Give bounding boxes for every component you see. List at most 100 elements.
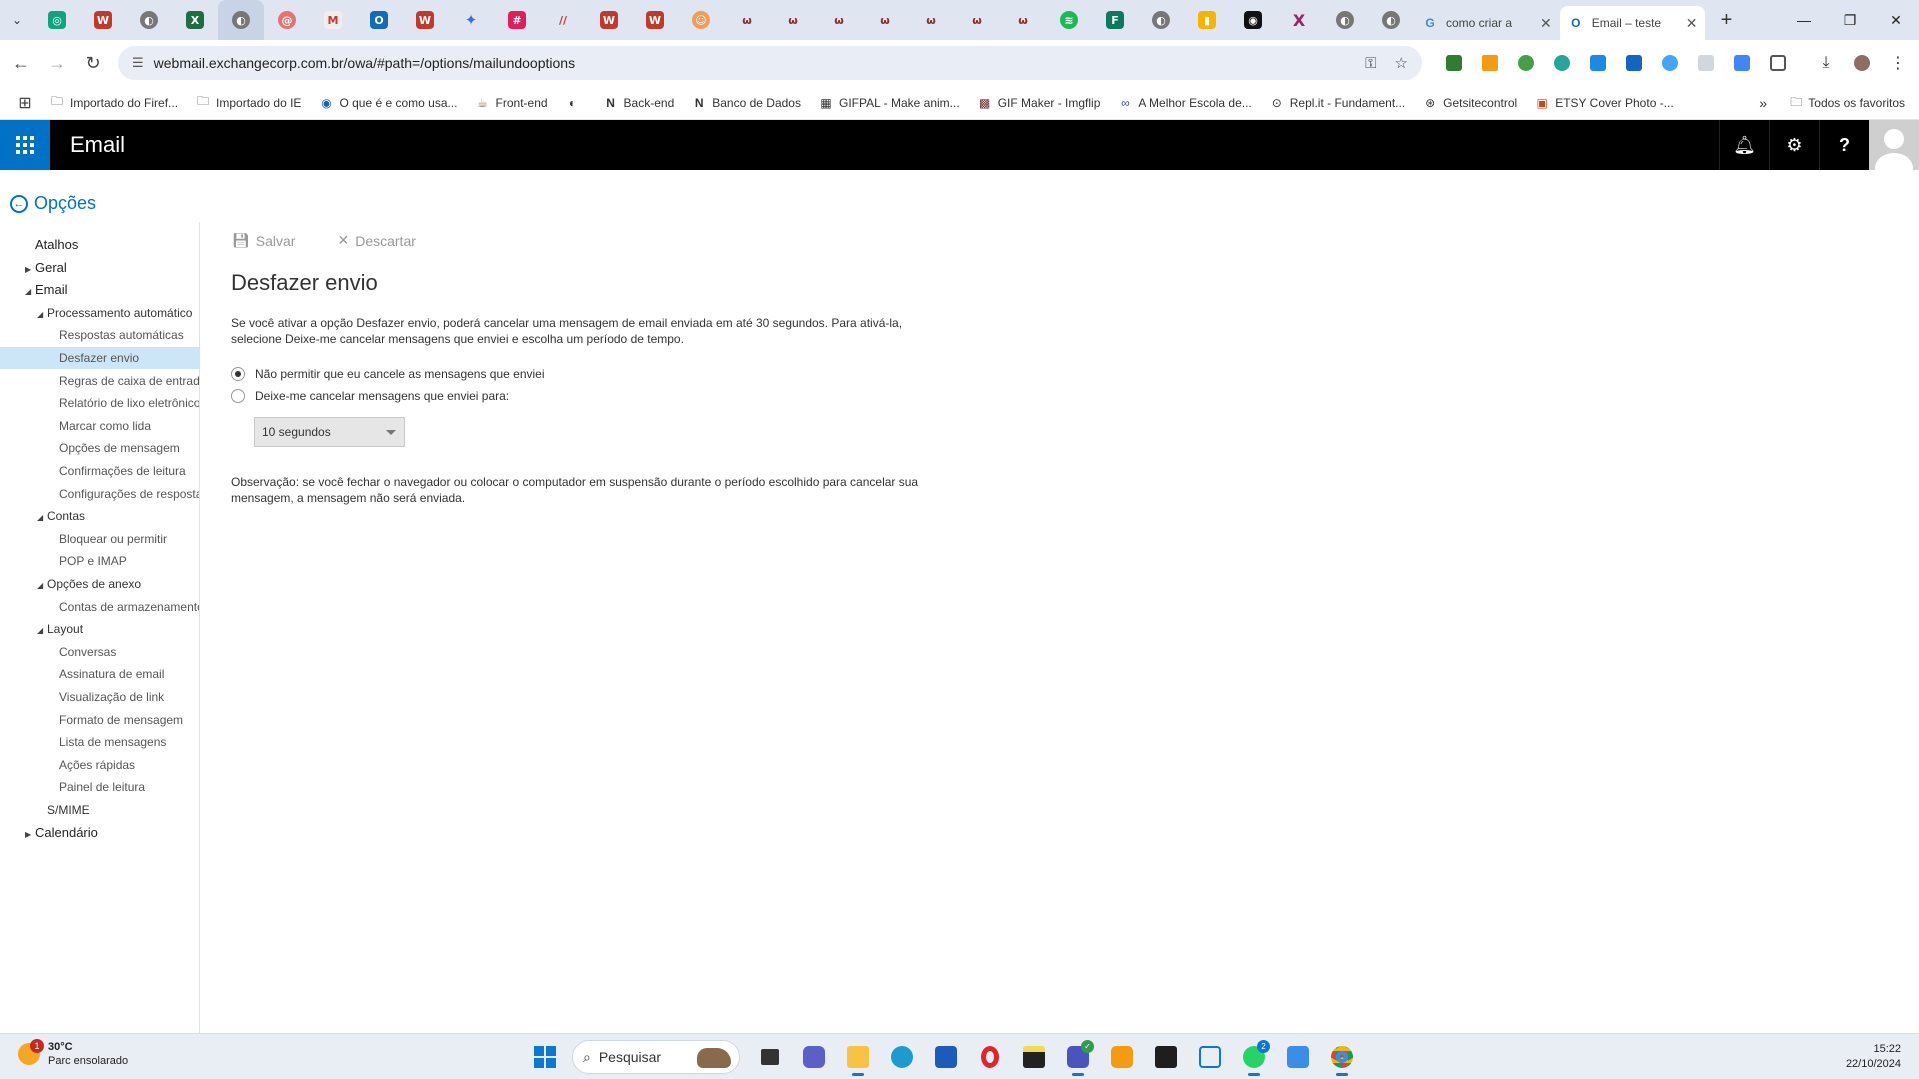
taskbar-search[interactable]: ⌕ Pesquisar [572,1040,740,1074]
system-clock[interactable]: 15:22 22/10/2024 [1846,1042,1901,1072]
site-info-icon[interactable]: ☰ [132,55,144,71]
nav-item[interactable]: ◢ Contas [0,505,199,527]
new-tab-button[interactable]: + [1709,3,1743,37]
pinned-tab[interactable]: # [494,0,540,40]
weather-widget[interactable]: 1 30°C Parc ensolarado [18,1039,128,1068]
nav-item[interactable]: Visualização de link [0,686,199,708]
user-avatar[interactable] [1869,120,1919,170]
reload-icon[interactable]: ↻ [78,48,108,78]
clipboard-icon[interactable] [1688,46,1724,80]
edge-icon[interactable] [880,1038,924,1076]
gear-icon[interactable]: ⚙ [1769,120,1819,170]
collapsed-triangle-icon[interactable]: ▶ [25,824,35,844]
pinned-tab[interactable]: ≋ [1046,0,1092,40]
bookmark-item[interactable]: ◐ [566,96,586,110]
extension-icon[interactable] [1544,46,1580,80]
close-tab-icon[interactable]: ✕ [1540,15,1552,32]
nav-item[interactable]: ▶ Geral [0,257,199,279]
close-tab-icon[interactable]: ✕ [1686,15,1698,32]
nav-item[interactable]: Relatório de lixo eletrônico [0,392,199,414]
pinned-tab[interactable]: ω [862,0,908,40]
nav-item[interactable]: ◢ Processamento automático [0,302,199,324]
store-icon[interactable] [924,1038,968,1076]
sticky-notes-icon[interactable] [1012,1038,1056,1076]
pinned-tab[interactable]: ◐ [1138,0,1184,40]
pinned-tab[interactable]: ◐ [126,0,172,40]
nav-item[interactable]: Painel de leitura [0,776,199,798]
bookmark-item[interactable]: ⊙ Repl.it - Fundament... [1270,96,1405,110]
radio-allow-undo[interactable]: Deixe-me cancelar mensagens que enviei p… [231,389,509,403]
back-icon[interactable]: ← [6,48,36,78]
whatsapp-icon[interactable]: 2 [1232,1038,1276,1076]
pinned-tab[interactable]: ◐ [1368,0,1414,40]
pinned-tab[interactable]: ✦ [448,0,494,40]
address-bar[interactable]: ☰ webmail.exchangecorp.com.br/owa/#path=… [118,46,1422,80]
profile-avatar[interactable] [1844,46,1880,80]
opera-icon[interactable] [968,1038,1012,1076]
pinned-tab[interactable]: ☺ [678,0,724,40]
bookmark-item[interactable]: ▣ ETSY Cover Photo -... [1535,96,1674,110]
nav-item[interactable]: Opções de mensagem [0,437,199,459]
tab-search-chevron-icon[interactable]: ⌄ [0,0,34,40]
nav-item[interactable]: Desfazer envio [0,347,199,369]
pinned-tab[interactable]: ◎ [34,0,80,40]
pinned-tab[interactable]: ◐ [1322,0,1368,40]
dictionary-icon[interactable] [1616,46,1652,80]
translate-icon[interactable] [1724,46,1760,80]
rss-icon[interactable] [1472,46,1508,80]
nav-item[interactable]: Conversas [0,641,199,663]
nav-item[interactable]: Confirmações de leitura [0,460,199,482]
tab-email[interactable]: O Email – teste ✕ [1559,6,1706,40]
pinned-tab[interactable]: ω [908,0,954,40]
undo-period-select[interactable]: 10 segundos [254,417,405,447]
expanded-triangle-icon[interactable]: ◢ [37,575,47,595]
close-window-icon[interactable]: ✕ [1873,0,1919,40]
nav-item[interactable]: ◢ Opções de anexo [0,573,199,595]
nav-item[interactable]: Bloquear ou permitir [0,528,199,550]
pinned-tab[interactable]: // [540,0,586,40]
nav-item[interactable]: Formato de mensagem [0,709,199,731]
teams-icon[interactable]: ✓ [1056,1038,1100,1076]
nav-item[interactable]: Regras de caixa de entrada [0,370,199,392]
pinned-tab[interactable]: W [80,0,126,40]
extension-icon[interactable] [1652,46,1688,80]
expanded-triangle-icon[interactable]: ◢ [25,281,35,301]
pinned-tab[interactable]: ω [770,0,816,40]
start-button[interactable] [526,1038,564,1076]
bookmark-item[interactable]: N Back-end [604,96,674,110]
pinned-tab[interactable]: X [1276,0,1322,40]
app-icon[interactable] [1188,1038,1232,1076]
extension-icon[interactable] [1436,46,1472,80]
expanded-triangle-icon[interactable]: ◢ [37,507,47,527]
nav-item[interactable]: Atalhos [0,234,199,256]
nav-item[interactable]: ▶ Calendário [0,822,199,844]
pinned-tab[interactable]: ω [724,0,770,40]
photos-icon[interactable] [1276,1038,1320,1076]
nav-item[interactable]: Configurações de resposta [0,483,199,505]
file-explorer-icon[interactable] [836,1038,880,1076]
pinned-tab[interactable]: X [172,0,218,40]
pinned-tab[interactable]: ◉ [1230,0,1276,40]
radio-button[interactable] [231,389,245,403]
password-key-icon[interactable]: ⚿ [1365,55,1376,72]
bookmark-item[interactable]: ⊛ Getsitecontrol [1423,96,1517,110]
bookmark-item[interactable]: 🗀 Importado do Firef... [50,94,178,110]
pinned-tab[interactable]: F [1092,0,1138,40]
nav-item[interactable]: ◢ Layout [0,618,199,640]
options-back-link[interactable]: ← Opções [10,193,96,214]
more-bookmarks-icon[interactable]: » [1759,86,1767,120]
nav-item[interactable]: Ações rápidas [0,754,199,776]
help-icon[interactable]: ? [1819,120,1869,170]
minimize-icon[interactable]: — [1781,0,1827,40]
nav-item[interactable]: Marcar como lida [0,415,199,437]
nav-item[interactable]: POP e IMAP [0,550,199,572]
tab-google-search[interactable]: G como criar a ✕ [1414,6,1560,40]
extension-icon[interactable] [1508,46,1544,80]
pinned-tab[interactable]: W [632,0,678,40]
nav-item[interactable]: ◢ Email [0,279,199,301]
nav-item[interactable]: Lista de mensagens [0,731,199,753]
collapsed-triangle-icon[interactable]: ▶ [25,259,35,279]
pinned-tab[interactable]: @ [264,0,310,40]
restore-icon[interactable]: ❐ [1827,0,1873,40]
terminal-icon[interactable] [1144,1038,1188,1076]
